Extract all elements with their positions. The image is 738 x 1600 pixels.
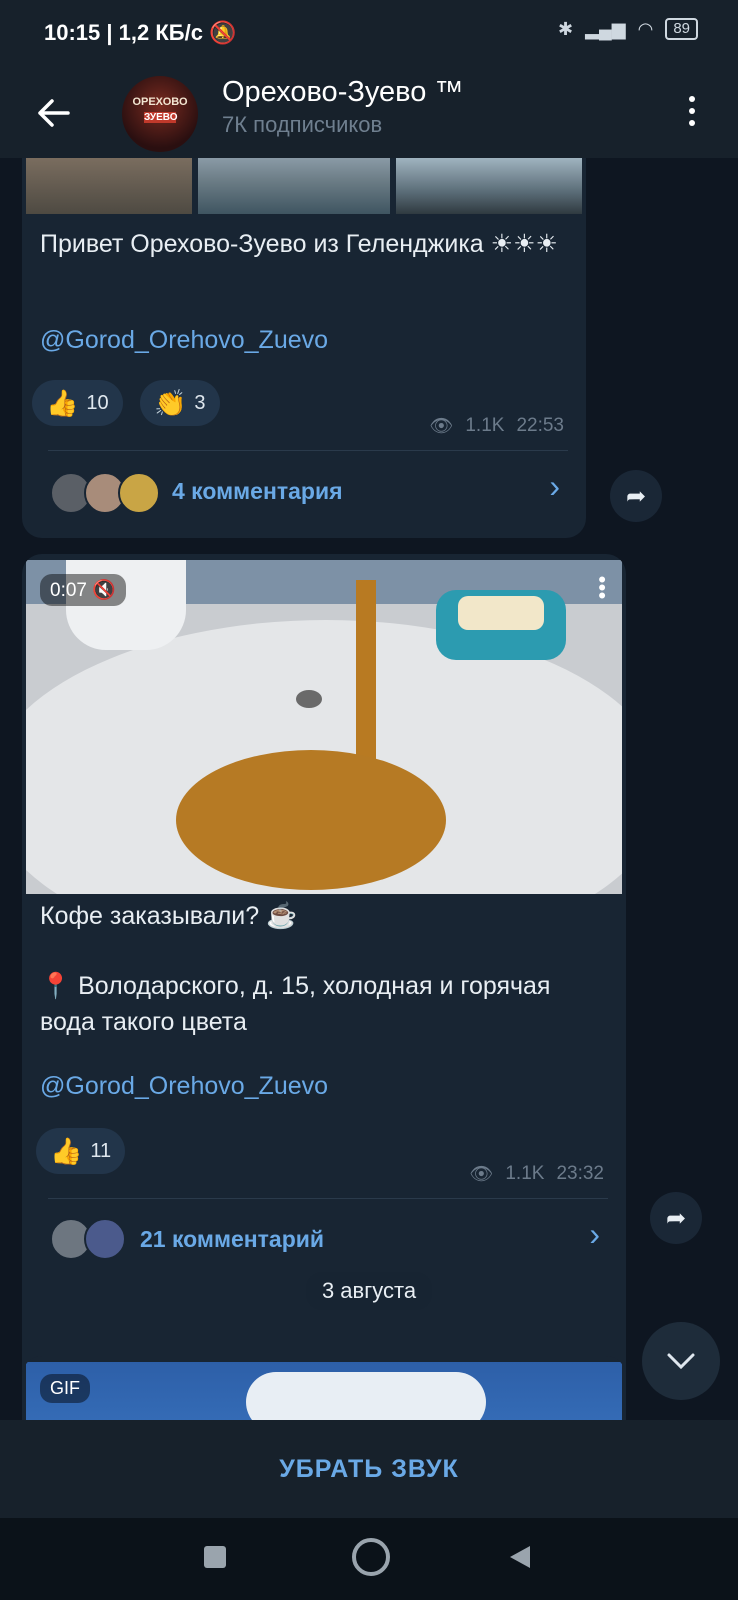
message-text: Привет Орехово-Зуево из Геленджика ☀☀☀	[40, 230, 558, 258]
video-more-icon[interactable]: • • •	[598, 569, 606, 607]
recents-icon[interactable]	[204, 1546, 226, 1568]
photo-thumbnail[interactable]	[198, 158, 390, 214]
more-options-icon[interactable]	[680, 86, 704, 136]
video-player[interactable]: 0:07 🔇 • • •	[26, 560, 622, 894]
scroll-down-button[interactable]	[642, 1322, 720, 1400]
share-icon[interactable]: ➦	[610, 470, 662, 522]
back-icon[interactable]	[508, 1544, 532, 1575]
wifi-icon: ◠	[637, 18, 654, 39]
home-icon[interactable]	[352, 1538, 390, 1576]
mute-button[interactable]: УБРАТЬ ЗВУК	[279, 1455, 459, 1484]
battery-icon: 89	[665, 18, 698, 40]
chevron-right-icon[interactable]: ›	[589, 1216, 600, 1253]
video-duration: 0:07 🔇	[40, 574, 126, 606]
back-arrow-icon[interactable]	[28, 88, 78, 138]
eye-icon: 👁	[429, 416, 454, 437]
signal-icon: ▂▄▆	[585, 18, 626, 39]
comments-link[interactable]: 21 комментарий	[140, 1226, 324, 1253]
chat-header: ОРЕХОВО ЗУЕВО Орехово-Зуево ™ 7К подписч…	[0, 70, 738, 158]
subscriber-count: 7К подписчиков	[222, 112, 383, 137]
status-bar: 10:15 | 1,2 КБ/с 🔕 ✱ ▂▄▆ ◠ 89	[0, 0, 738, 70]
reaction-thumbs-up[interactable]: 👍 11	[36, 1128, 126, 1174]
status-time: 10:15 | 1,2 КБ/с 🔕	[44, 20, 237, 45]
gif-media[interactable]: GIF	[26, 1362, 622, 1420]
channel-title[interactable]: Орехово-Зуево ™	[222, 76, 463, 109]
avatar	[84, 1218, 126, 1260]
bluetooth-icon: ✱	[558, 18, 574, 39]
gif-badge: GIF	[40, 1374, 90, 1403]
channel-link[interactable]: @Gorod_Orehovo_Zuevo	[40, 1072, 328, 1101]
share-icon[interactable]: ➦	[650, 1192, 702, 1244]
message-meta: 👁 1.1K 22:53	[429, 415, 564, 437]
chevron-down-icon	[667, 1353, 695, 1370]
system-nav-bar	[0, 1518, 738, 1600]
avatar	[118, 472, 160, 514]
chevron-right-icon[interactable]: ›	[549, 468, 560, 505]
status-icons: ✱ ▂▄▆ ◠ 89	[558, 18, 698, 40]
channel-avatar[interactable]: ОРЕХОВО ЗУЕВО	[122, 76, 198, 152]
mute-channel-bar[interactable]: УБРАТЬ ЗВУК	[0, 1420, 738, 1518]
message-text: 📍 Володарского, д. 15, холодная и горяча…	[40, 972, 551, 1036]
message-bubble[interactable]: Привет Орехово-Зуево из Геленджика ☀☀☀ @…	[22, 158, 586, 538]
reaction-clap[interactable]: 👏 3	[140, 380, 220, 426]
eye-icon: 👁	[469, 1164, 494, 1185]
divider	[48, 1198, 608, 1199]
channel-link[interactable]: @Gorod_Orehovo_Zuevo	[40, 326, 328, 355]
photo-thumbnail[interactable]	[26, 158, 192, 214]
message-list[interactable]: Привет Орехово-Зуево из Геленджика ☀☀☀ @…	[0, 158, 738, 1420]
message-bubble[interactable]: GIF	[22, 1356, 626, 1420]
photo-thumbnail[interactable]	[396, 158, 582, 214]
message-text: Кофе заказывали? ☕	[40, 902, 298, 930]
mute-icon[interactable]: 🔇	[92, 580, 116, 601]
reaction-thumbs-up[interactable]: 👍 10	[32, 380, 123, 426]
divider	[48, 450, 568, 451]
comments-link[interactable]: 4 комментария	[172, 478, 343, 505]
date-separator: 3 августа	[0, 1272, 738, 1310]
message-meta: 👁 1.1K 23:32	[469, 1163, 604, 1185]
